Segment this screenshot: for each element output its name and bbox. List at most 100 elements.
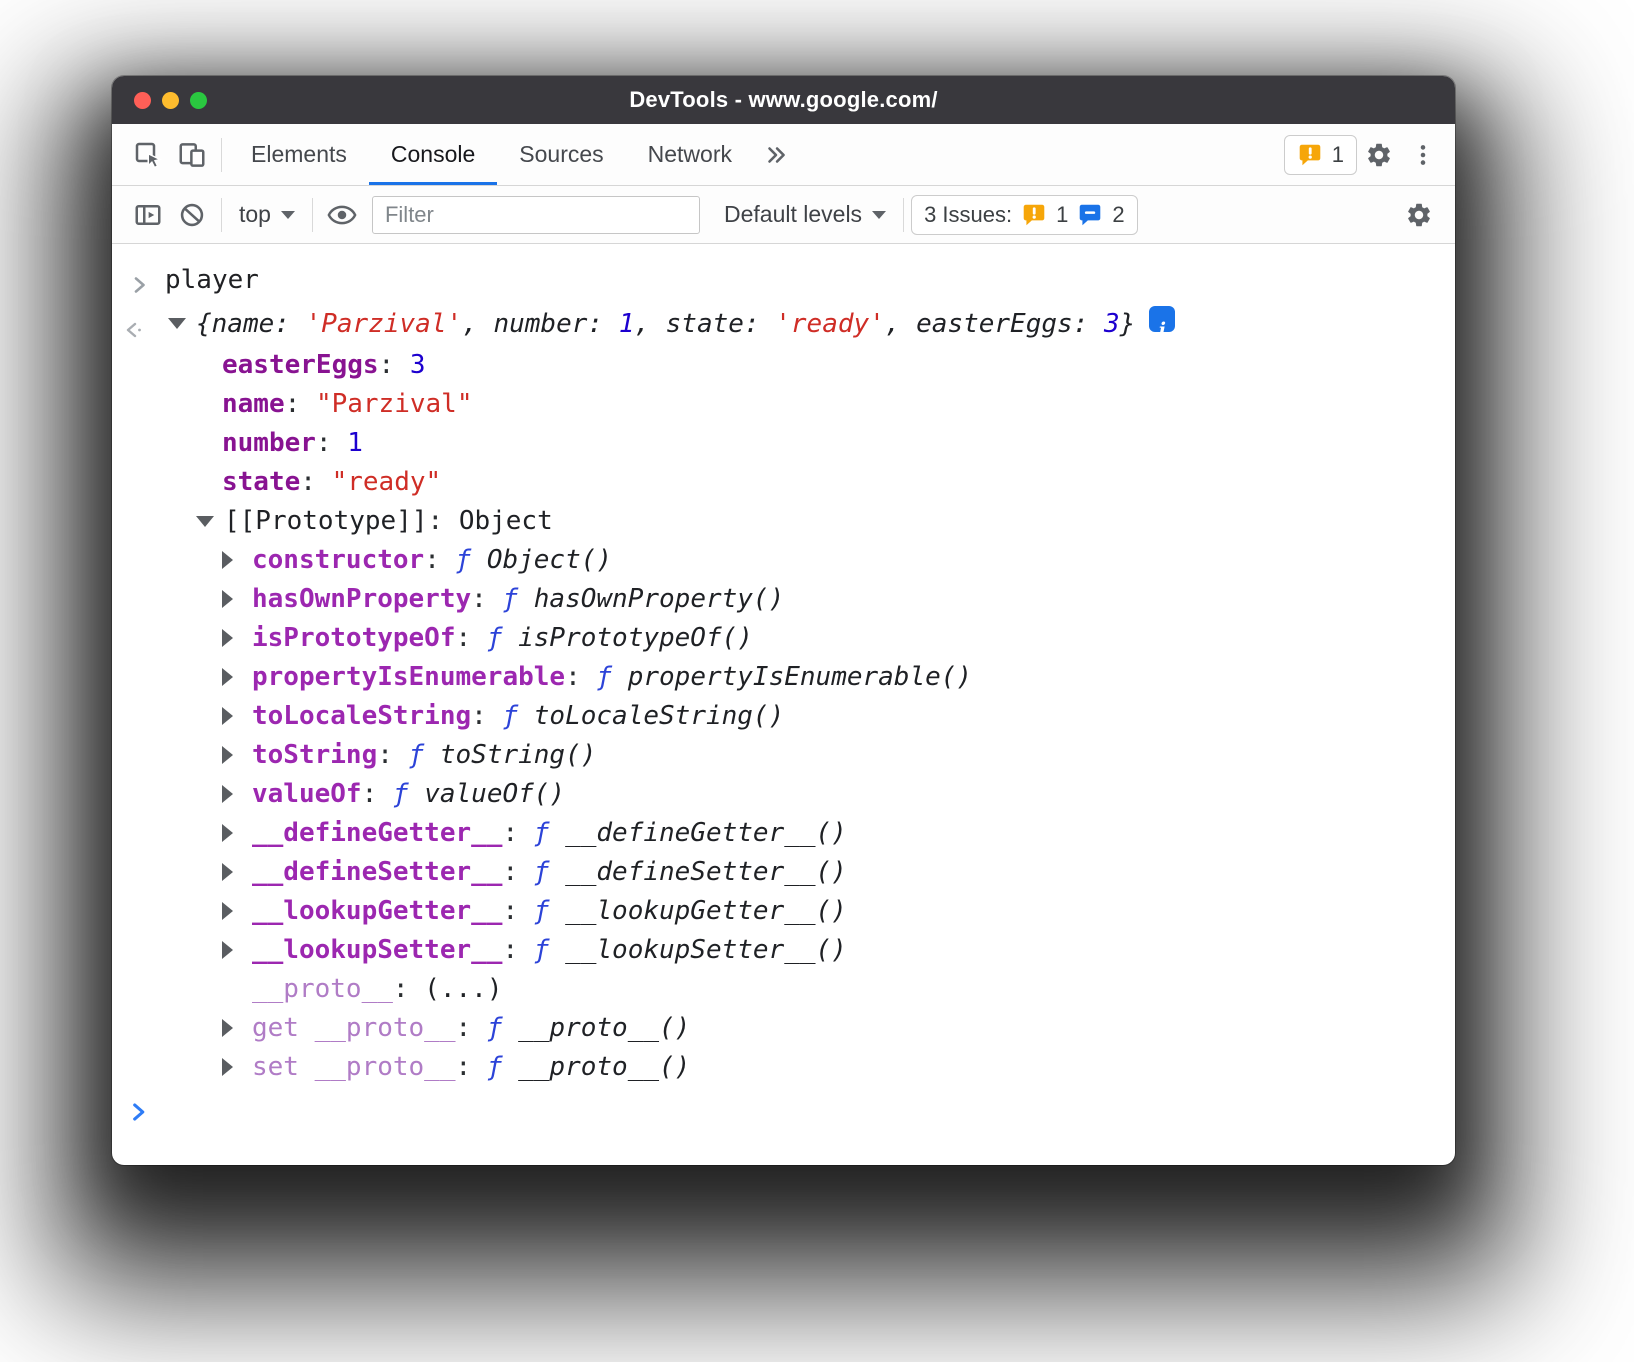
zoom-window-button[interactable] (190, 92, 207, 109)
javascript-context-selector[interactable]: top (229, 201, 305, 228)
tab-network[interactable]: Network (626, 124, 754, 185)
disclosure-triangle-icon[interactable] (222, 590, 233, 608)
separator: : (424, 545, 455, 575)
live-expression-button[interactable] (320, 193, 364, 237)
separator: : (377, 740, 408, 770)
disclosure-triangle-icon[interactable] (168, 318, 186, 329)
tab-console[interactable]: Console (369, 124, 497, 185)
settings-button[interactable] (1357, 133, 1401, 177)
disclosure-triangle-icon[interactable] (222, 1019, 233, 1037)
console-prompt-row (112, 1093, 1455, 1137)
issues-counter[interactable]: 3 Issues: 1 2 (911, 195, 1138, 235)
method-signature: __defineSetter__() (565, 857, 847, 887)
disclosure-triangle-icon[interactable] (196, 516, 214, 527)
method-signature: isPrototypeOf() (518, 623, 753, 653)
disclosure-triangle-icon[interactable] (222, 707, 233, 725)
preview-token: : (274, 309, 305, 339)
console-sidebar-toggle-button[interactable] (126, 193, 170, 237)
prototype-method-row: constructor: ƒ Object() (112, 541, 1455, 580)
filter-input[interactable] (372, 196, 700, 234)
disclosure-triangle-icon[interactable] (222, 746, 233, 764)
inspect-element-button[interactable] (126, 133, 170, 177)
device-toolbar-button[interactable] (170, 133, 214, 177)
console-property-row: number: 1 (112, 424, 1455, 463)
divider (221, 138, 222, 172)
preview-token: 'ready' (775, 309, 885, 339)
function-symbol: ƒ (487, 1052, 503, 1082)
prototype-method-row: valueOf: ƒ valueOf() (112, 775, 1455, 814)
preview-token: name (212, 309, 275, 339)
separator: : (471, 584, 502, 614)
disclosure-triangle-icon[interactable] (222, 941, 233, 959)
preview-token: , (634, 309, 665, 339)
device-toolbar-icon (177, 140, 207, 170)
function-symbol: ƒ (487, 623, 503, 653)
clear-console-button[interactable] (170, 193, 214, 237)
proto-accessor-row: __proto__: (...) (112, 970, 1455, 1009)
context-label: top (239, 201, 271, 228)
info-icon[interactable] (1149, 306, 1175, 332)
method-name: __defineSetter__ (252, 857, 502, 887)
preview-token: : (744, 309, 775, 339)
accessor-name: get __proto__ (252, 1013, 456, 1043)
preview-token: : (587, 309, 618, 339)
preview-token: number (493, 309, 587, 339)
console-toolbar: top Default levels 3 Issues: 1 (112, 186, 1455, 244)
property-name: state (222, 467, 300, 497)
disclosure-triangle-icon[interactable] (222, 902, 233, 920)
function-symbol: ƒ (487, 1013, 503, 1043)
issues-label: 3 Issues: (924, 202, 1012, 228)
eye-icon (327, 200, 357, 230)
kebab-menu-icon (1410, 142, 1436, 168)
log-levels-selector[interactable]: Default levels (714, 201, 896, 228)
devtools-tabbar: Elements Console Sources Network 1 (112, 124, 1455, 186)
function-symbol: ƒ (596, 662, 612, 692)
console-prompt-input[interactable] (166, 1093, 1455, 1137)
separator: : (502, 896, 533, 926)
disclosure-triangle-icon[interactable] (222, 551, 233, 569)
function-symbol: ƒ (534, 935, 550, 965)
separator (549, 896, 565, 926)
disclosure-triangle-icon[interactable] (222, 863, 233, 881)
console-settings-button[interactable] (1397, 193, 1441, 237)
double-chevron-right-icon (763, 142, 789, 168)
separator (612, 662, 628, 692)
method-name: valueOf (252, 779, 362, 809)
prototype-method-row: hasOwnProperty: ƒ hasOwnProperty() (112, 580, 1455, 619)
disclosure-triangle-icon[interactable] (222, 824, 233, 842)
separator: : (502, 935, 533, 965)
chevron-down-icon (281, 211, 295, 219)
separator (424, 740, 440, 770)
tab-sources[interactable]: Sources (497, 124, 625, 185)
method-name: isPrototypeOf (252, 623, 456, 653)
disclosure-triangle-icon[interactable] (222, 785, 233, 803)
more-tabs-button[interactable] (754, 133, 798, 177)
disclosure-triangle-icon[interactable] (222, 1058, 233, 1076)
minimize-window-button[interactable] (162, 92, 179, 109)
method-signature: toLocaleString() (534, 701, 784, 731)
property-name: __proto__ (252, 974, 393, 1004)
customize-menu-button[interactable] (1401, 133, 1445, 177)
separator: : (502, 818, 533, 848)
separator: : (379, 350, 410, 380)
separator: : (393, 974, 424, 1004)
gear-icon (1365, 141, 1393, 169)
accessor-signature: __proto__() (518, 1013, 690, 1043)
method-name: propertyIsEnumerable (252, 662, 565, 692)
tab-elements[interactable]: Elements (229, 124, 369, 185)
getter-row: get __proto__: ƒ __proto__() (112, 1009, 1455, 1048)
separator (502, 1013, 518, 1043)
disclosure-triangle-icon[interactable] (222, 668, 233, 686)
error-counter-badge[interactable]: 1 (1284, 135, 1357, 175)
method-signature: Object() (487, 545, 612, 575)
prototype-method-row: toLocaleString: ƒ toLocaleString() (112, 697, 1455, 736)
separator (549, 818, 565, 848)
disclosure-triangle-icon[interactable] (222, 629, 233, 647)
function-symbol: ƒ (534, 896, 550, 926)
traffic-lights (134, 76, 207, 124)
separator: : (428, 506, 459, 536)
prototype-name: [[Prototype]] (224, 506, 428, 536)
preview-token: : (1073, 309, 1104, 339)
setter-row: set __proto__: ƒ __proto__() (112, 1048, 1455, 1087)
close-window-button[interactable] (134, 92, 151, 109)
